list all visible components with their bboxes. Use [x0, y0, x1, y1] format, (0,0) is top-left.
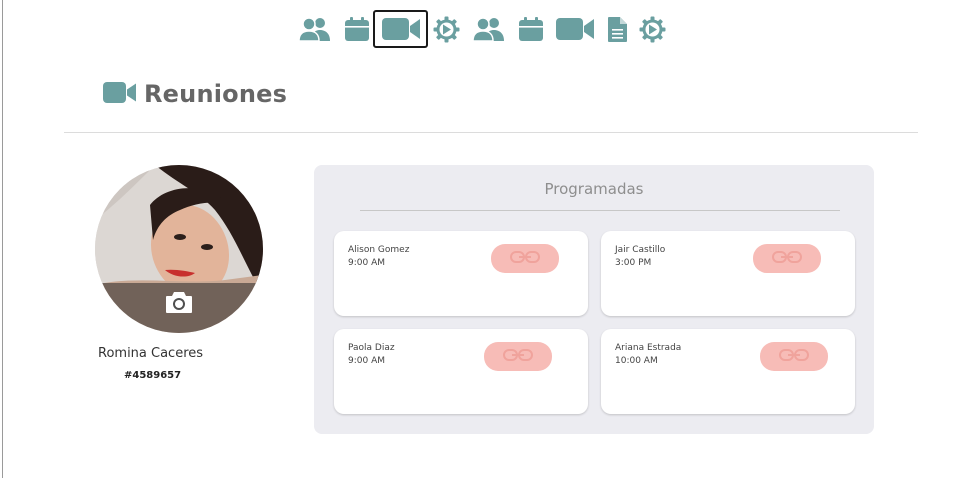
link-icon [510, 249, 540, 268]
page-title: Reuniones [144, 80, 288, 108]
calendar-icon[interactable] [343, 10, 370, 48]
calendar-icon[interactable] [517, 10, 544, 48]
meeting-participant: Alison Gomez [348, 245, 410, 255]
meeting-card: Paola Diaz 9:00 AM [334, 329, 588, 414]
meeting-link-button[interactable] [753, 244, 821, 273]
change-photo-button[interactable] [95, 283, 263, 333]
meeting-participant: Jair Castillo [615, 245, 666, 255]
left-border [2, 0, 3, 478]
users-icon[interactable] [298, 10, 332, 48]
meeting-link-button[interactable] [484, 342, 552, 371]
meeting-time: 9:00 AM [348, 258, 385, 268]
meeting-link-button[interactable] [491, 244, 559, 273]
meeting-card: Jair Castillo 3:00 PM [601, 231, 855, 316]
camera-icon [165, 291, 193, 318]
video-camera-icon [103, 81, 136, 107]
gear-icon[interactable] [433, 10, 460, 48]
link-icon [779, 347, 809, 366]
gear-icon[interactable] [639, 10, 666, 48]
panel-divider [360, 210, 840, 211]
scheduled-meetings-panel: Programadas Alison Gomez 9:00 AM Jair Ca… [314, 165, 874, 434]
user-id: #4589657 [124, 370, 182, 381]
page-header: Reuniones [103, 80, 287, 108]
top-nav [0, 10, 957, 48]
meeting-participant: Paola Diaz [348, 343, 395, 353]
link-icon [503, 347, 533, 366]
meeting-card: Ariana Estrada 10:00 AM [601, 329, 855, 414]
video-camera-icon[interactable] [554, 10, 595, 48]
meeting-participant: Ariana Estrada [615, 343, 682, 353]
panel-title: Programadas [544, 180, 644, 198]
document-icon[interactable] [607, 10, 628, 48]
avatar [95, 165, 263, 333]
link-icon [772, 249, 802, 268]
meeting-time: 10:00 AM [615, 356, 658, 366]
meeting-time: 9:00 AM [348, 356, 385, 366]
header-divider [64, 132, 918, 133]
meeting-link-button[interactable] [760, 342, 828, 371]
meeting-time: 3:00 PM [615, 258, 652, 268]
users-icon[interactable] [472, 10, 506, 48]
user-name: Romina Caceres [98, 346, 204, 361]
video-camera-icon[interactable] [373, 10, 428, 48]
meeting-card: Alison Gomez 9:00 AM [334, 231, 588, 316]
